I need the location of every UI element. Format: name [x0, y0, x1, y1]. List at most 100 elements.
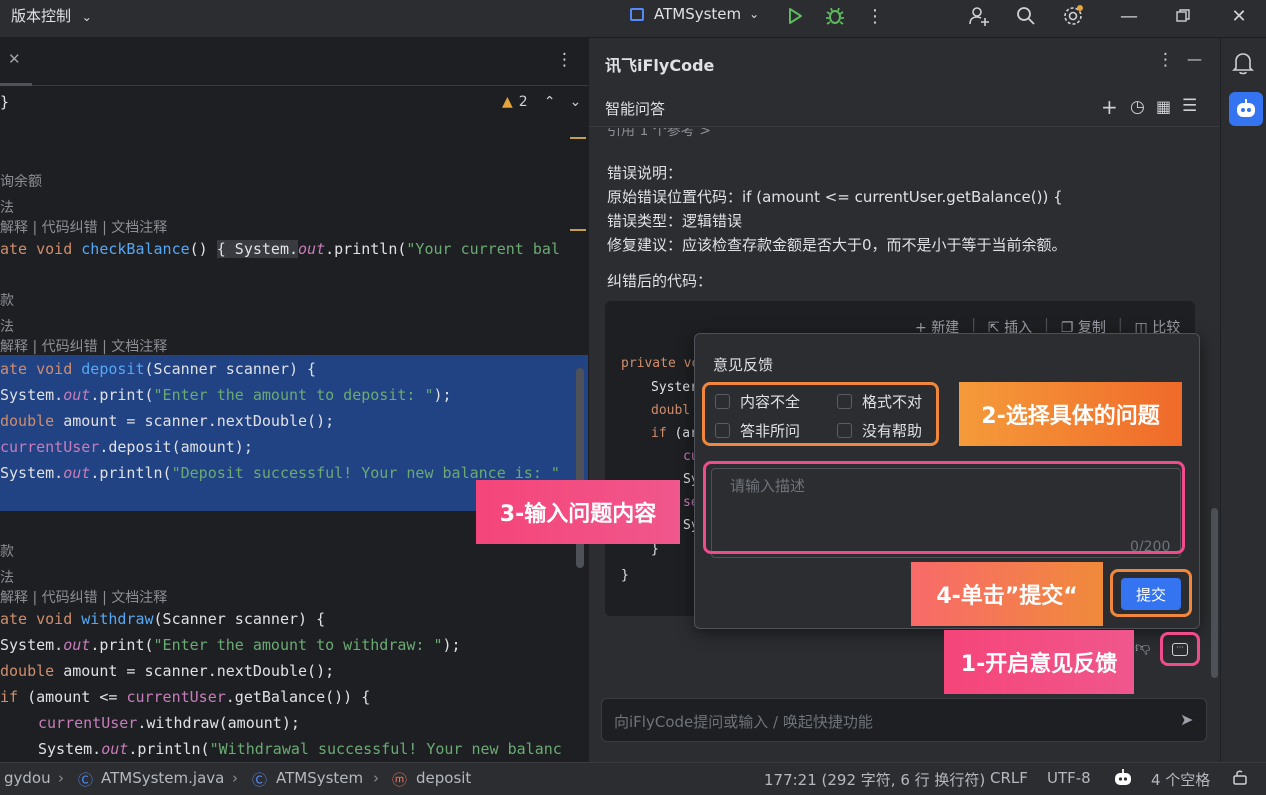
reference-summary[interactable]: 引用 1 个参考 > — [607, 128, 711, 140]
code-editor[interactable]: ✕ ⋮ ▲ 2 ⌃ ⌄ } 询余额 法 解释 | 代码纠错 | 文档注释 ate… — [0, 38, 588, 762]
breadcrumb-module[interactable]: gydou — [4, 769, 51, 787]
iflycode-status-icon[interactable] — [1113, 768, 1133, 792]
warning-icon: ▲ — [502, 94, 513, 110]
tab-scroll-indicator — [0, 83, 32, 86]
callout-step-3: 3-输入问题内容 — [476, 480, 680, 544]
close-window-icon[interactable]: ✕ — [1226, 3, 1252, 29]
chevron-right-icon: › — [373, 769, 379, 787]
chevron-down-icon[interactable]: ⌄ — [569, 94, 581, 110]
hide-panel-icon[interactable]: — — [1187, 50, 1202, 68]
open-feedback-button[interactable]: ··· — [1160, 632, 1200, 666]
vcs-menu[interactable]: 版本控制 ⌄ — [11, 5, 92, 26]
status-bar: gydou › Ⓒ ATMSystem.java › Ⓒ ATMSystem ›… — [0, 762, 1266, 795]
run-icon[interactable] — [782, 3, 808, 29]
code-line: private vo — [621, 356, 700, 371]
code-line: } — [0, 93, 10, 111]
chevron-right-icon: › — [58, 769, 64, 787]
warning-stripe — [570, 229, 586, 231]
code-line: ate void checkBalance() { System.out.pri… — [0, 240, 560, 258]
code-line: double amount = scanner.nextDouble(); — [0, 412, 335, 430]
code-comment: 款 — [0, 544, 14, 560]
answer-text: 错误类型：逻辑错误 — [607, 212, 743, 230]
chevron-up-icon[interactable]: ⌃ — [544, 94, 556, 110]
lock-icon[interactable] — [1232, 769, 1248, 789]
search-icon[interactable] — [1013, 3, 1039, 29]
more-vertical-icon[interactable]: ⋮ — [556, 50, 573, 70]
app-window-icon — [630, 7, 644, 21]
chat-input-placeholder: 向iFlyCode提问或输入 / 唤起快捷功能 — [614, 713, 873, 731]
chevron-right-icon: › — [232, 769, 238, 787]
feedback-chat-icon: ··· — [1172, 642, 1188, 656]
code-line: System.out.println("Withdrawal successfu… — [38, 740, 562, 758]
new-chat-icon[interactable]: + — [1101, 95, 1118, 119]
warning-stripe — [570, 137, 586, 139]
code-comment: 法 — [0, 319, 14, 335]
codelens-actions[interactable]: 解释 | 代码纠错 | 文档注释 — [0, 336, 167, 358]
chevron-down-icon: ⌄ — [81, 10, 92, 24]
close-tab-icon[interactable]: ✕ — [8, 50, 21, 68]
class-icon: Ⓒ — [78, 771, 94, 789]
answer-text: 原始错误位置代码：if (amount <= currentUser.getBa… — [607, 188, 1063, 206]
code-line: System.out.print("Enter the amount to de… — [0, 386, 452, 404]
caret-position[interactable]: 177:21 (292 字符, 6 行 换行符) — [764, 769, 985, 790]
chat-input[interactable]: 向iFlyCode提问或输入 / 唤起快捷功能 ➤ — [601, 698, 1207, 742]
highlight-description — [703, 461, 1185, 554]
editor-tab-bar: ✕ ⋮ — [0, 38, 588, 86]
list-icon[interactable]: ☰ — [1182, 96, 1197, 116]
feedback-title: 意见反馈 — [713, 356, 774, 374]
code-line: ate void withdraw(Scanner scanner) { — [0, 610, 326, 628]
answer-text: 纠错后的代码： — [607, 272, 713, 290]
answer-text: 错误说明： — [607, 164, 683, 182]
debug-icon[interactable] — [822, 3, 848, 29]
code-line: currentUser.withdraw(amount); — [38, 714, 300, 732]
code-line: currentUser.deposit(amount); — [0, 438, 253, 456]
code-comment: 款 — [0, 293, 14, 309]
code-comment: 询余额 — [0, 174, 42, 190]
add-user-icon[interactable] — [966, 3, 992, 29]
settings-gear-icon[interactable] — [1060, 3, 1086, 29]
method-icon: ⓜ — [392, 771, 408, 789]
vcs-label: 版本控制 — [11, 7, 72, 25]
run-config-selector[interactable]: ATMSystem ⌄ — [630, 5, 759, 23]
send-icon[interactable]: ➤ — [1180, 710, 1193, 729]
file-encoding[interactable]: UTF-8 — [1047, 769, 1091, 787]
highlight-submit — [1110, 569, 1192, 617]
divider — [589, 126, 1220, 127]
code-line: System.out.print("Enter the amount to wi… — [0, 636, 461, 654]
code-line: ate void deposit(Scanner scanner) { — [0, 360, 317, 378]
inspection-count: 2 — [518, 94, 528, 110]
more-vertical-icon[interactable]: ⋮ — [862, 3, 888, 29]
chevron-down-icon: ⌄ — [749, 7, 760, 21]
restore-icon[interactable] — [1170, 3, 1196, 29]
inspection-widget[interactable]: ▲ 2 ⌃ ⌄ — [502, 94, 581, 110]
title-bar: 版本控制 ⌄ ATMSystem ⌄ ⋮ — ✕ — [0, 0, 1266, 38]
indent-setting[interactable]: 4 个空格 — [1151, 769, 1210, 790]
notifications-bell-icon[interactable] — [1232, 51, 1254, 79]
code-line: double amount = scanner.nextDouble(); — [0, 662, 335, 680]
class-icon: Ⓒ — [252, 771, 268, 789]
right-tool-strip — [1220, 38, 1266, 762]
breadcrumb-class[interactable]: ATMSystem — [276, 769, 363, 787]
code-comment: 法 — [0, 570, 14, 586]
answer-text: 修复建议：应该检查存款金额是否大于0，而不是小于等于当前余额。 — [607, 236, 1067, 254]
code-comment: 法 — [0, 200, 14, 216]
highlight-options — [702, 382, 939, 446]
more-vertical-icon[interactable]: ⋮ — [1157, 50, 1174, 70]
panel-scrollbar[interactable] — [1211, 508, 1218, 678]
history-icon[interactable]: ◷ — [1130, 97, 1145, 117]
run-config-label: ATMSystem — [654, 5, 742, 23]
thumbs-down-icon[interactable]: 👎︎ — [1135, 638, 1150, 657]
breadcrumb-file[interactable]: ATMSystem.java — [101, 769, 224, 787]
callout-step-2: 2-选择具体的问题 — [959, 382, 1182, 446]
minimize-icon[interactable]: — — [1116, 3, 1142, 29]
iflycode-robot-icon[interactable] — [1229, 92, 1263, 126]
line-separator[interactable]: CRLF — [990, 769, 1028, 787]
callout-step-4: 4-单击”提交“ — [911, 562, 1103, 626]
code-line: if (amount <= currentUser.getBalance()) … — [0, 688, 371, 706]
tab-smart-qa[interactable]: 智能问答 — [605, 98, 665, 119]
callout-step-1: 1-开启意见反馈 — [944, 630, 1134, 694]
code-line: } — [621, 568, 629, 583]
tool-window-title: 讯飞iFlyCode — [605, 56, 715, 75]
breadcrumb-method[interactable]: deposit — [416, 769, 471, 787]
grid-icon[interactable]: ▦ — [1156, 97, 1171, 116]
